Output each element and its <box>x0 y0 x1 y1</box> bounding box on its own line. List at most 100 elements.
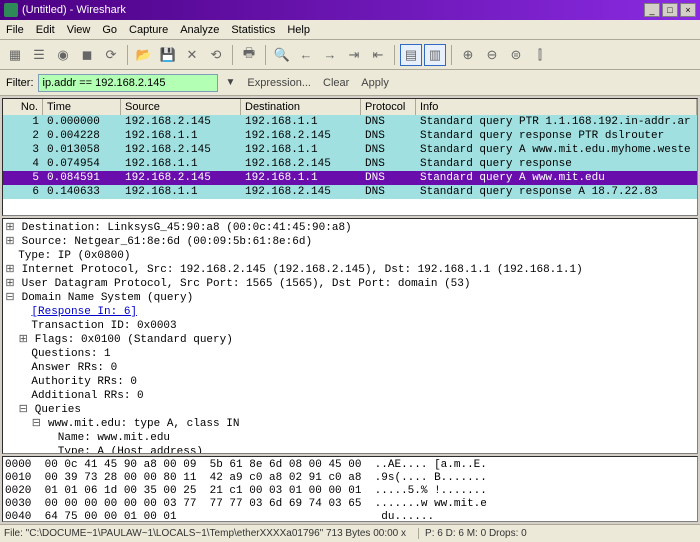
minimize-button[interactable]: _ <box>644 3 660 17</box>
clear-button[interactable]: Clear <box>319 75 353 91</box>
col-time[interactable]: Time <box>43 99 121 115</box>
cell-proto: DNS <box>361 115 416 129</box>
cell-src: 192.168.2.145 <box>121 143 241 157</box>
col-protocol[interactable]: Protocol <box>361 99 416 115</box>
zoom-reset-icon[interactable]: ⊜ <box>505 44 527 66</box>
cell-src: 192.168.2.145 <box>121 171 241 185</box>
packet-list-pane[interactable]: No. Time Source Destination Protocol Inf… <box>2 98 698 216</box>
interfaces-icon[interactable]: ▦ <box>4 44 26 66</box>
col-source[interactable]: Source <box>121 99 241 115</box>
filter-input[interactable] <box>38 74 218 92</box>
col-no[interactable]: No. <box>3 99 43 115</box>
detail-line[interactable]: ⊞ User Datagram Protocol, Src Port: 1565… <box>5 277 695 291</box>
maximize-button[interactable]: □ <box>662 3 678 17</box>
detail-line[interactable]: Additional RRs: 0 <box>5 389 695 403</box>
detail-line[interactable]: Answer RRs: 0 <box>5 361 695 375</box>
detail-line[interactable]: Questions: 1 <box>5 347 695 361</box>
print-icon[interactable]: 🖶 <box>238 44 260 66</box>
packet-row[interactable]: 20.004228192.168.1.1192.168.2.145DNSStan… <box>3 129 697 143</box>
cell-no: 1 <box>3 115 43 129</box>
cell-src: 192.168.1.1 <box>121 157 241 171</box>
detail-line[interactable]: ⊟ Domain Name System (query) <box>5 291 695 305</box>
open-icon[interactable]: 📂 <box>133 44 155 66</box>
cell-time: 0.000000 <box>43 115 121 129</box>
detail-line[interactable]: [Response In: 6] <box>5 305 695 319</box>
menu-go[interactable]: Go <box>102 24 117 36</box>
menu-analyze[interactable]: Analyze <box>180 24 219 36</box>
cell-no: 3 <box>3 143 43 157</box>
toolbar: ▦ ☰ ◉ ◼ ⟳ 📂 💾 ✕ ⟲ 🖶 🔍 ← → ⇥ ⇤ ▤ ▥ ⊕ ⊖ ⊜ … <box>0 40 700 70</box>
cell-src: 192.168.1.1 <box>121 129 241 143</box>
cell-dst: 192.168.1.1 <box>241 171 361 185</box>
detail-line[interactable]: ⊞ Internet Protocol, Src: 192.168.2.145 … <box>5 263 695 277</box>
expand-icon[interactable]: ⊟ <box>31 417 41 431</box>
restart-capture-icon[interactable]: ⟳ <box>100 44 122 66</box>
close-button[interactable]: × <box>680 3 696 17</box>
expand-icon[interactable]: ⊞ <box>18 333 28 347</box>
col-info[interactable]: Info <box>416 99 697 115</box>
hex-line: 0040 64 75 00 00 01 00 01 du...... <box>5 511 695 522</box>
detail-line[interactable]: ⊟ Queries <box>5 403 695 417</box>
go-to-icon[interactable]: ⇥ <box>343 44 365 66</box>
packet-row[interactable]: 50.084591192.168.2.145192.168.1.1DNSStan… <box>3 171 697 185</box>
detail-line[interactable]: ⊞ Flags: 0x0100 (Standard query) <box>5 333 695 347</box>
menu-file[interactable]: File <box>6 24 24 36</box>
col-destination[interactable]: Destination <box>241 99 361 115</box>
packet-row[interactable]: 60.140633192.168.1.1192.168.2.145DNSStan… <box>3 185 697 199</box>
reload-icon[interactable]: ⟲ <box>205 44 227 66</box>
expand-icon[interactable]: ⊞ <box>5 221 15 235</box>
menu-view[interactable]: View <box>67 24 91 36</box>
packet-row[interactable]: 10.000000192.168.2.145192.168.1.1DNSStan… <box>3 115 697 129</box>
zoom-in-icon[interactable]: ⊕ <box>457 44 479 66</box>
autoscroll-icon[interactable]: ▥ <box>424 44 446 66</box>
expand-icon[interactable]: ⊞ <box>5 235 15 249</box>
expand-icon[interactable]: ⊞ <box>5 277 15 291</box>
start-capture-icon[interactable]: ◉ <box>52 44 74 66</box>
menu-capture[interactable]: Capture <box>129 24 168 36</box>
resize-columns-icon[interactable]: ⫿ <box>529 44 551 66</box>
detail-line[interactable]: ⊞ Destination: LinksysG_45:90:a8 (00:0c:… <box>5 221 695 235</box>
close-file-icon[interactable]: ✕ <box>181 44 203 66</box>
separator <box>232 45 233 65</box>
cell-dst: 192.168.1.1 <box>241 143 361 157</box>
expression-button[interactable]: Expression... <box>243 75 315 91</box>
packet-list-header: No. Time Source Destination Protocol Inf… <box>3 99 697 115</box>
detail-line[interactable]: Name: www.mit.edu <box>5 431 695 445</box>
cell-dst: 192.168.2.145 <box>241 129 361 143</box>
detail-line[interactable]: ⊞ Source: Netgear_61:8e:6d (00:09:5b:61:… <box>5 235 695 249</box>
options-icon[interactable]: ☰ <box>28 44 50 66</box>
go-first-icon[interactable]: ⇤ <box>367 44 389 66</box>
hex-line: 0000 00 0c 41 45 90 a8 00 09 5b 61 8e 6d… <box>5 459 695 472</box>
zoom-out-icon[interactable]: ⊖ <box>481 44 503 66</box>
expand-icon[interactable]: ⊟ <box>5 291 15 305</box>
go-forward-icon[interactable]: → <box>319 44 341 66</box>
packet-row[interactable]: 40.074954192.168.1.1192.168.2.145DNSStan… <box>3 157 697 171</box>
packet-details-pane[interactable]: ⊞ Destination: LinksysG_45:90:a8 (00:0c:… <box>2 218 698 454</box>
cell-info: Standard query PTR 1.1.168.192.in-addr.a… <box>416 115 697 129</box>
cell-time: 0.140633 <box>43 185 121 199</box>
menu-edit[interactable]: Edit <box>36 24 55 36</box>
go-back-icon[interactable]: ← <box>295 44 317 66</box>
detail-line[interactable]: Transaction ID: 0x0003 <box>5 319 695 333</box>
filter-dropdown-icon[interactable]: ▼ <box>222 77 240 88</box>
detail-line[interactable]: Type: IP (0x0800) <box>5 249 695 263</box>
menu-statistics[interactable]: Statistics <box>231 24 275 36</box>
cell-dst: 192.168.2.145 <box>241 185 361 199</box>
response-link[interactable]: [Response In: 6] <box>31 306 137 318</box>
colorize-icon[interactable]: ▤ <box>400 44 422 66</box>
find-icon[interactable]: 🔍 <box>271 44 293 66</box>
detail-line[interactable]: Authority RRs: 0 <box>5 375 695 389</box>
apply-button[interactable]: Apply <box>357 75 393 91</box>
menu-help[interactable]: Help <box>287 24 310 36</box>
hex-line: 0030 00 00 00 00 00 00 03 77 77 77 03 6d… <box>5 498 695 511</box>
detail-line[interactable]: Type: A (Host address) <box>5 445 695 454</box>
packet-bytes-pane[interactable]: 0000 00 0c 41 45 90 a8 00 09 5b 61 8e 6d… <box>2 456 698 522</box>
detail-line[interactable]: ⊟ www.mit.edu: type A, class IN <box>5 417 695 431</box>
expand-icon[interactable]: ⊞ <box>5 263 15 277</box>
status-bar: File: "C:\DOCUME~1\PAULAW~1\LOCALS~1\Tem… <box>0 524 700 542</box>
save-icon[interactable]: 💾 <box>157 44 179 66</box>
stop-capture-icon[interactable]: ◼ <box>76 44 98 66</box>
cell-src: 192.168.2.145 <box>121 115 241 129</box>
packet-row[interactable]: 30.013058192.168.2.145192.168.1.1DNSStan… <box>3 143 697 157</box>
expand-icon[interactable]: ⊟ <box>18 403 28 417</box>
